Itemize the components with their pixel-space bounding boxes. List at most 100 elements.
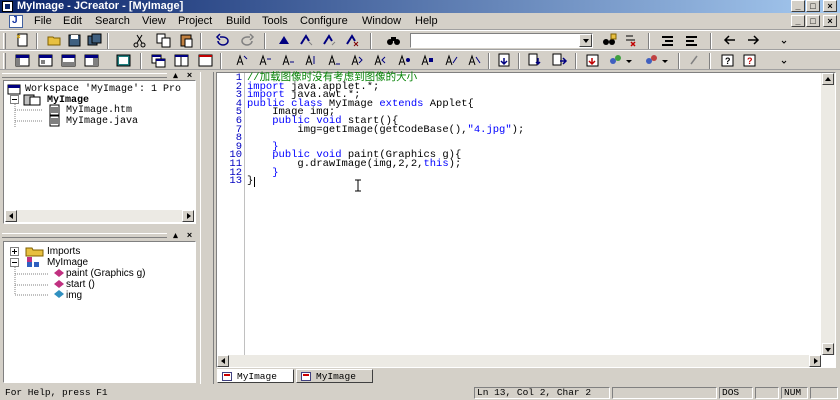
debug-dropdown-icon[interactable]	[657, 52, 674, 69]
format-c-icon[interactable]	[395, 52, 412, 69]
context-help-icon[interactable]: ?	[741, 52, 758, 69]
menu-project[interactable]: Project	[178, 15, 212, 27]
menu-window[interactable]: Window	[362, 15, 401, 27]
format-e-icon[interactable]	[442, 52, 459, 69]
find-binoculars-icon[interactable]	[385, 32, 402, 49]
scroll-right-icon[interactable]	[809, 355, 821, 367]
paste-icon[interactable]	[178, 32, 195, 49]
toolbar-grip[interactable]	[3, 53, 6, 69]
member-img[interactable]: img	[66, 290, 82, 301]
file-myimage-java[interactable]: MyImage.java	[66, 116, 138, 127]
title-bar[interactable]: MyImage - JCreator - [MyImage] _ □ ×	[0, 0, 840, 13]
format-f-icon[interactable]	[465, 52, 482, 69]
redo-icon[interactable]	[239, 32, 256, 49]
workspace-hscrollbar[interactable]	[5, 210, 194, 222]
replace-icon[interactable]	[623, 32, 640, 49]
cascade-window-icon[interactable]	[197, 52, 214, 69]
rebuild-project-icon[interactable]	[551, 52, 568, 69]
tab-myimage-java[interactable]: MyImage	[217, 369, 294, 383]
fullscreen-icon[interactable]	[115, 52, 132, 69]
menu-view[interactable]: View	[142, 15, 166, 27]
select-word-icon[interactable]	[325, 52, 342, 69]
tab-myimage-htm[interactable]: MyImage	[296, 369, 373, 383]
doc-minimize-button[interactable]: _	[791, 15, 805, 27]
format-a-icon[interactable]	[348, 52, 365, 69]
imports-node[interactable]: Imports	[47, 246, 80, 257]
menu-help[interactable]: Help	[415, 15, 438, 27]
undo-icon[interactable]	[214, 32, 231, 49]
execute-dropdown-icon[interactable]	[621, 52, 638, 69]
bookmark-next-icon[interactable]	[298, 32, 315, 49]
scroll-left-icon[interactable]	[5, 210, 17, 222]
open-folder-icon[interactable]	[46, 32, 63, 49]
build-project-icon[interactable]	[527, 52, 544, 69]
find-combo-dropdown-icon[interactable]	[579, 34, 592, 47]
member-start[interactable]: start ()	[66, 279, 95, 290]
doc-close-button[interactable]: ×	[823, 15, 837, 27]
bookmark-toggle-icon[interactable]	[276, 32, 293, 49]
find-in-files-icon[interactable]	[601, 32, 618, 49]
cut-icon[interactable]	[131, 32, 148, 49]
package-view-icon[interactable]	[83, 52, 100, 69]
menu-build[interactable]: Build	[226, 15, 250, 27]
expand-toggle-icon[interactable]	[10, 247, 19, 256]
workspace-pane-close-icon[interactable]: ×	[185, 71, 194, 80]
menu-file[interactable]: File	[34, 15, 52, 27]
document-icon[interactable]	[9, 15, 23, 28]
forward-arrow-icon[interactable]	[745, 32, 762, 49]
unindent-icon[interactable]	[683, 32, 700, 49]
class-view-icon[interactable]	[37, 52, 54, 69]
toolbar-chevron-icon[interactable]	[776, 52, 793, 69]
close-button[interactable]: ×	[823, 0, 837, 12]
bookmark-clear-icon[interactable]	[344, 32, 361, 49]
toggle-bookmark-icon[interactable]	[233, 52, 250, 69]
editor-vscrollbar[interactable]	[821, 73, 835, 355]
classview-pane-close-icon[interactable]: ×	[185, 231, 194, 240]
collapse-toggle-icon[interactable]	[10, 258, 19, 267]
new-file-icon[interactable]	[14, 32, 31, 49]
comment-block-icon[interactable]	[256, 52, 273, 69]
tile-window-icon[interactable]	[173, 52, 190, 69]
help-icon[interactable]: ?	[719, 52, 736, 69]
toolbar-grip[interactable]	[3, 33, 6, 49]
menu-tools[interactable]: Tools	[262, 15, 288, 27]
new-window-icon[interactable]	[150, 52, 167, 69]
uncomment-block-icon[interactable]	[279, 52, 296, 69]
output-view-icon[interactable]	[60, 52, 77, 69]
collapse-toggle-icon[interactable]	[10, 95, 19, 104]
scroll-up-icon[interactable]	[822, 73, 834, 85]
bookmark-prev-icon[interactable]	[321, 32, 338, 49]
restore-button[interactable]: □	[806, 0, 820, 12]
file-myimage-htm[interactable]: MyImage.htm	[66, 105, 132, 116]
scroll-down-icon[interactable]	[822, 343, 834, 355]
format-b-icon[interactable]	[371, 52, 388, 69]
copy-icon[interactable]	[155, 32, 172, 49]
menu-search[interactable]: Search	[95, 15, 130, 27]
menu-edit[interactable]: Edit	[63, 15, 82, 27]
scroll-left-icon[interactable]	[217, 355, 229, 367]
format-d-icon[interactable]	[418, 52, 435, 69]
editor-hscrollbar[interactable]	[217, 355, 821, 367]
classview-pane-collapse-icon[interactable]: ▴	[171, 231, 180, 240]
member-paint[interactable]: paint (Graphics g)	[66, 268, 145, 279]
javadoc-icon[interactable]	[686, 52, 703, 69]
workspace-title[interactable]: Workspace 'MyImage': 1 Pro	[25, 84, 181, 95]
classview-pane-grip[interactable]	[2, 233, 167, 238]
scroll-right-icon[interactable]	[182, 210, 194, 222]
save-all-icon[interactable]	[86, 32, 103, 49]
back-arrow-icon[interactable]	[721, 32, 738, 49]
compile-file-icon[interactable]	[496, 52, 513, 69]
pane-splitter[interactable]	[200, 72, 214, 384]
workspace-pane-collapse-icon[interactable]: ▴	[171, 71, 180, 80]
minimize-button[interactable]: _	[791, 0, 805, 12]
indent-icon[interactable]	[659, 32, 676, 49]
find-combo-input[interactable]	[410, 33, 593, 48]
toolbar-chevron-icon[interactable]	[776, 32, 793, 49]
workspace-pane-grip[interactable]	[2, 73, 167, 78]
match-brace-icon[interactable]	[302, 52, 319, 69]
stop-build-icon[interactable]	[584, 52, 601, 69]
doc-restore-button[interactable]: □	[806, 15, 820, 27]
code-editor[interactable]: 1 2 3 4 5 6 7 8 9 10 11 12 13 //加载图像时没有考…	[216, 72, 836, 368]
workspace-view-icon[interactable]	[14, 52, 31, 69]
save-icon[interactable]	[66, 32, 83, 49]
